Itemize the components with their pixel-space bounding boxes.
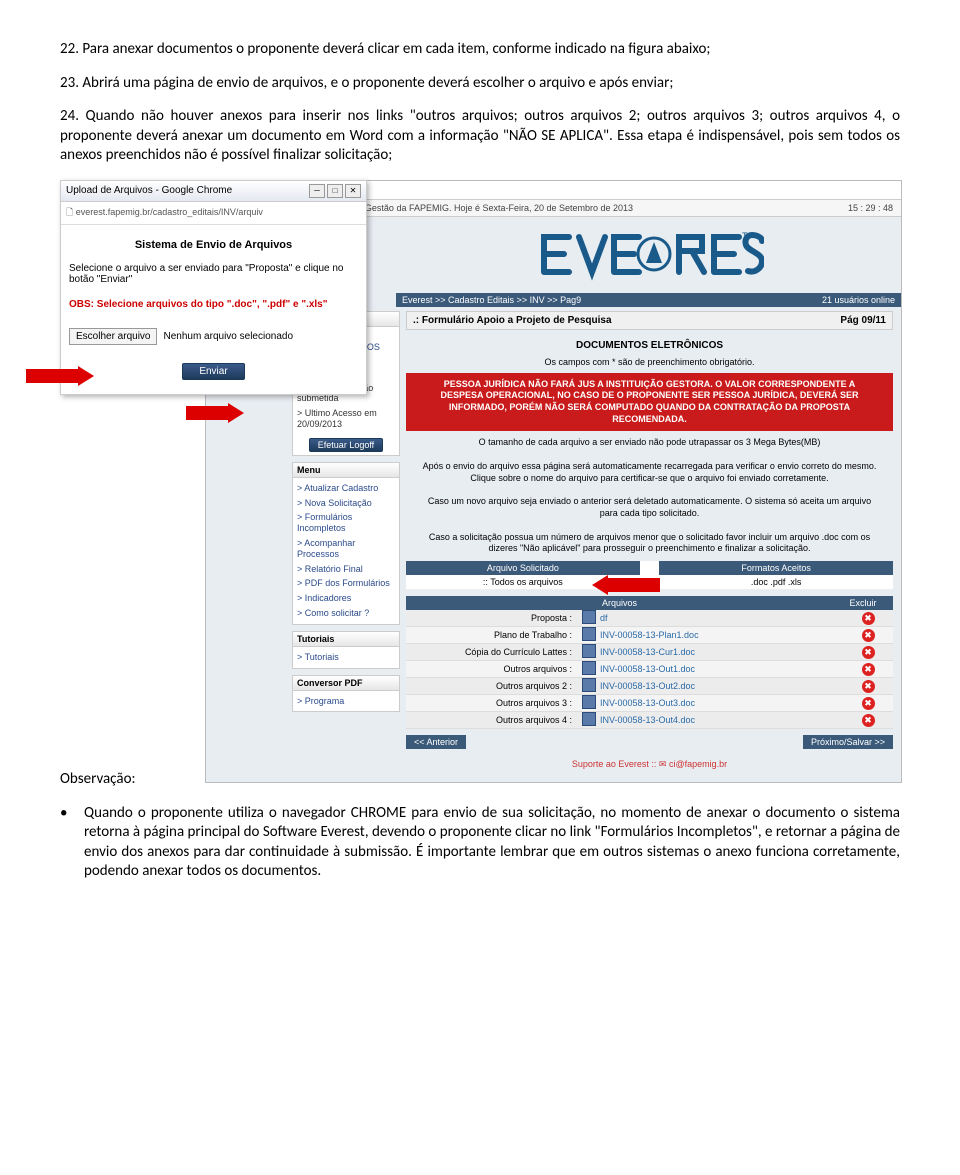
close-icon[interactable]: ✕ [345, 184, 361, 198]
file-label: Outros arquivos 3 : [406, 695, 578, 711]
upload-title: Upload de Arquivos - Google Chrome [66, 185, 232, 196]
next-button[interactable]: Próximo/Salvar >> [803, 735, 893, 749]
disk-icon[interactable] [578, 644, 600, 660]
menu-programa[interactable]: > Programa [297, 694, 395, 709]
sidebar-lastaccess: > Ultimo Acesso em 20/09/2013 [297, 406, 395, 432]
file-label: Outros arquivos 2 : [406, 678, 578, 694]
menu-relatorio[interactable]: > Relatório Final [297, 562, 395, 577]
file-label: Outros arquivos : [406, 661, 578, 677]
delete-icon[interactable]: ✖ [862, 697, 875, 710]
support-link[interactable]: Suporte ao Everest :: ✉ ci@fapemig.br [406, 753, 893, 772]
window-controls: ─ □ ✕ [309, 184, 361, 198]
arrow-enviar [186, 403, 244, 423]
sidebox-conversor: Conversor PDF > Programa [292, 675, 400, 713]
obs-bullet: • Quando o proponente utiliza o navegado… [60, 804, 900, 882]
disk-icon[interactable] [578, 695, 600, 711]
arrow-choose-file [26, 366, 94, 386]
menu-pdf[interactable]: > PDF dos Formulários [297, 576, 395, 591]
file-link[interactable]: df [600, 610, 843, 626]
arrow-proposta [592, 575, 660, 595]
file-row: Proposta : df ✖ [406, 610, 893, 627]
file-link[interactable]: INV-00058-13-Out1.doc [600, 661, 843, 677]
maximize-icon[interactable]: □ [327, 184, 343, 198]
delete-icon[interactable]: ✖ [862, 680, 875, 693]
screenshot: Upload de Arquivos - Google Chrome ─ □ ✕… [60, 180, 900, 740]
logoff-button[interactable]: Efetuar Logoff [309, 438, 383, 452]
campos-note: Os campos com * são de preenchimento obr… [406, 355, 893, 373]
send-button[interactable]: Enviar [182, 363, 244, 380]
info-size: O tamanho de cada arquivo a ser enviado … [406, 431, 893, 455]
file-label: Cópia do Currículo Lattes : [406, 644, 578, 660]
files-header: Arquivos Excluir [406, 596, 893, 610]
file-link[interactable]: INV-00058-13-Plan1.doc [600, 627, 843, 643]
file-label: Outros arquivos 4 : [406, 712, 578, 728]
disk-icon[interactable] [578, 610, 600, 626]
disk-icon[interactable] [578, 678, 600, 694]
menu-acompanhar[interactable]: > Acompanhar Processos [297, 536, 395, 562]
svg-text:T: T [742, 231, 748, 241]
info-replace: Caso um novo arquivo seja enviado o ante… [406, 490, 893, 525]
sidebox-menu: Menu > Atualizar Cadastro > Nova Solicit… [292, 462, 400, 625]
no-file-label: Nenhum arquivo selecionado [163, 331, 293, 342]
delete-icon[interactable]: ✖ [862, 663, 875, 676]
delete-icon[interactable]: ✖ [862, 629, 875, 642]
form-title: .: Formulário Apoio a Projeto de Pesquis… [413, 315, 612, 326]
menu-indicadores[interactable]: > Indicadores [297, 591, 395, 606]
breadcrumb: Everest >> Cadastro Editais >> INV >> Pa… [402, 295, 581, 305]
warning-box: PESSOA JURÍDICA NÃO FARÁ JUS A INSTITUIÇ… [406, 373, 893, 432]
choose-file-button[interactable]: Escolher arquivo [69, 328, 157, 345]
file-label: Proposta : [406, 610, 578, 626]
para-22: 22. Para anexar documentos o proponente … [60, 40, 900, 60]
file-link[interactable]: INV-00058-13-Out4.doc [600, 712, 843, 728]
doc-title: DOCUMENTOS ELETRÔNICOS [406, 330, 893, 355]
upload-heading: Sistema de Envio de Arquivos [69, 239, 358, 251]
disk-icon[interactable] [578, 712, 600, 728]
disk-icon[interactable] [578, 627, 600, 643]
file-row: Outros arquivos 4 : INV-00058-13-Out4.doc… [406, 712, 893, 729]
file-label: Plano de Trabalho : [406, 627, 578, 643]
para-24: 24. Quando não houver anexos para inseri… [60, 107, 900, 166]
para-23: 23. Abrirá uma página de envio de arquiv… [60, 74, 900, 94]
menu-nova[interactable]: > Nova Solicitação [297, 496, 395, 511]
file-row: Cópia do Currículo Lattes : INV-00058-13-… [406, 644, 893, 661]
upload-text: Selecione o arquivo a ser enviado para "… [69, 263, 358, 285]
menu-atualizar[interactable]: > Atualizar Cadastro [297, 481, 395, 496]
file-link[interactable]: INV-00058-13-Cur1.doc [600, 644, 843, 660]
minimize-icon[interactable]: ─ [309, 184, 325, 198]
upload-url: 🗋 everest.fapemig.br/cadastro_editais/IN… [61, 202, 366, 225]
upload-window: Upload de Arquivos - Google Chrome ─ □ ✕… [60, 180, 367, 395]
delete-icon[interactable]: ✖ [862, 714, 875, 727]
menu-como[interactable]: > Como solicitar ? [297, 606, 395, 621]
delete-icon[interactable]: ✖ [862, 612, 875, 625]
everest-logo: T [396, 217, 901, 293]
file-row: Outros arquivos 3 : INV-00058-13-Out3.doc… [406, 695, 893, 712]
disk-icon[interactable] [578, 661, 600, 677]
prev-button[interactable]: << Anterior [406, 735, 466, 749]
info-na: Caso a solicitação possua um número de a… [406, 526, 893, 561]
users-online: 21 usuários online [822, 295, 895, 305]
clock: 15 : 29 : 48 [848, 203, 893, 213]
menu-formularios[interactable]: > Formulários Incompletos [297, 510, 395, 536]
file-row: Outros arquivos 2 : INV-00058-13-Out2.doc… [406, 678, 893, 695]
sidebox-tutoriais: Tutoriais > Tutoriais [292, 631, 400, 669]
upload-obs: OBS: Selecione arquivos do tipo ".doc", … [69, 299, 358, 310]
page-number: Pág 09/11 [840, 315, 886, 326]
info-reload: Após o envio do arquivo essa página será… [406, 455, 893, 490]
file-link[interactable]: INV-00058-13-Out3.doc [600, 695, 843, 711]
file-row: Outros arquivos : INV-00058-13-Out1.doc ✖ [406, 661, 893, 678]
file-link[interactable]: INV-00058-13-Out2.doc [600, 678, 843, 694]
menu-tutoriais[interactable]: > Tutoriais [297, 650, 395, 665]
table-header: Arquivo Solicitado Formatos Aceitos [406, 561, 893, 575]
delete-icon[interactable]: ✖ [862, 646, 875, 659]
file-row: Plano de Trabalho : INV-00058-13-Plan1.do… [406, 627, 893, 644]
